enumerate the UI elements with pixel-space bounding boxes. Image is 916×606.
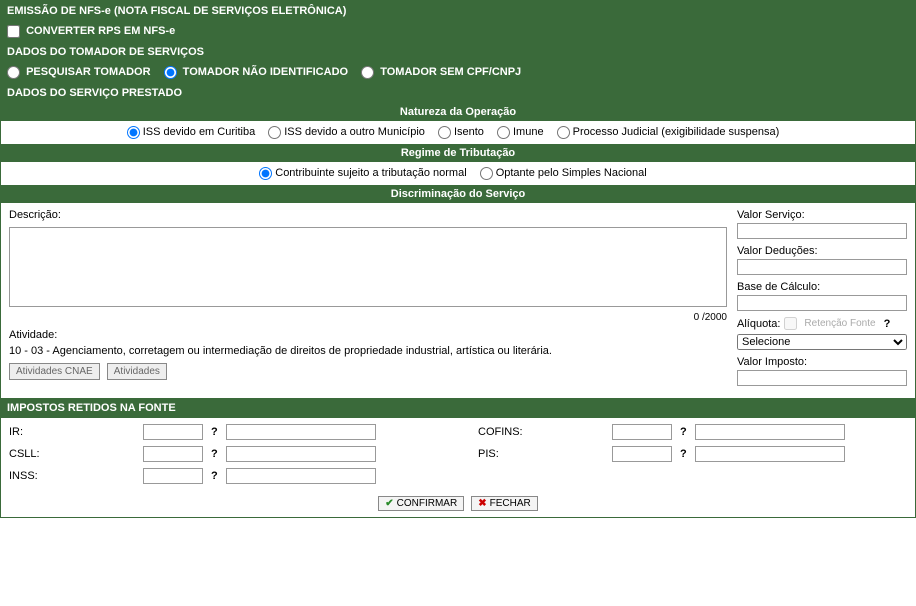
aliquota-select[interactable]: Selecione (737, 334, 907, 350)
pis-rate-input[interactable] (612, 446, 672, 462)
impostos-section-title: IMPOSTOS RETIDOS NA FONTE (1, 398, 915, 418)
converter-rps-text: CONVERTER RPS EM NFS-e (26, 25, 175, 37)
tomador-section-title: DADOS DO TOMADOR DE SERVIÇOS (1, 42, 915, 62)
fechar-button[interactable]: ✖ FECHAR (471, 496, 538, 511)
cofins-value-input[interactable] (695, 424, 845, 440)
retencao-label: Retenção Fonte (804, 318, 875, 329)
csll-rate-input[interactable] (143, 446, 203, 462)
tomador-radio-nao-identificado[interactable] (164, 66, 177, 79)
tomador-opt-pesquisar[interactable]: PESQUISAR TOMADOR (7, 66, 154, 78)
retencao-help-icon[interactable]: ? (880, 318, 895, 330)
retencao-checkbox (784, 317, 797, 330)
valor-imposto-label: Valor Imposto: (737, 356, 907, 368)
regime-radio-2[interactable] (480, 167, 493, 180)
confirmar-button[interactable]: ✔ CONFIRMAR (378, 496, 464, 511)
close-icon: ✖ (478, 498, 486, 509)
cofins-rate-input[interactable] (612, 424, 672, 440)
atividades-button[interactable]: Atividades (107, 363, 167, 380)
descricao-textarea[interactable] (9, 227, 727, 307)
atividade-label: Atividade: (9, 329, 727, 341)
natureza-radio-4[interactable] (497, 126, 510, 139)
pis-help-icon[interactable]: ? (676, 448, 691, 460)
regime-title: Regime de Tributação (1, 144, 915, 162)
natureza-options: ISS devido em Curitiba ISS devido a outr… (1, 121, 915, 144)
natureza-radio-1[interactable] (127, 126, 140, 139)
natureza-opt2[interactable]: ISS devido a outro Município (268, 126, 425, 138)
base-calculo-input[interactable] (737, 295, 907, 311)
valor-servico-input[interactable] (737, 223, 907, 239)
natureza-radio-2[interactable] (268, 126, 281, 139)
tomador-opt-sem-cpf[interactable]: TOMADOR SEM CPF/CNPJ (361, 66, 521, 78)
csll-help-icon[interactable]: ? (207, 448, 222, 460)
inss-value-input[interactable] (226, 468, 376, 484)
inss-label: INSS: (9, 470, 139, 482)
check-icon: ✔ (385, 498, 393, 509)
ir-rate-input[interactable] (143, 424, 203, 440)
ir-help-icon[interactable]: ? (207, 426, 222, 438)
inss-help-icon[interactable]: ? (207, 470, 222, 482)
discriminacao-title: Discriminação do Serviço (1, 185, 915, 203)
natureza-opt3[interactable]: Isento (438, 126, 484, 138)
valor-deducoes-input[interactable] (737, 259, 907, 275)
csll-label: CSLL: (9, 448, 139, 460)
natureza-opt5[interactable]: Processo Judicial (exigibilidade suspens… (557, 126, 780, 138)
atividades-cnae-button[interactable]: Atividades CNAE (9, 363, 100, 380)
ir-value-input[interactable] (226, 424, 376, 440)
cofins-help-icon[interactable]: ? (676, 426, 691, 438)
regime-opt2[interactable]: Optante pelo Simples Nacional (480, 167, 647, 179)
tomador-opt-nao-identificado[interactable]: TOMADOR NÃO IDENTIFICADO (164, 66, 352, 78)
servico-section-title: DADOS DO SERVIÇO PRESTADO (1, 83, 915, 103)
inss-rate-input[interactable] (143, 468, 203, 484)
atividade-text: 10 - 03 - Agenciamento, corretagem ou in… (9, 345, 727, 357)
tomador-radio-sem-cpf[interactable] (361, 66, 374, 79)
natureza-radio-3[interactable] (438, 126, 451, 139)
regime-opt1[interactable]: Contribuinte sujeito a tributação normal (259, 167, 466, 179)
natureza-radio-5[interactable] (557, 126, 570, 139)
pis-value-input[interactable] (695, 446, 845, 462)
char-counter: 0 /2000 (9, 310, 727, 323)
tomador-radio-pesquisar[interactable] (7, 66, 20, 79)
tomador-options-row: PESQUISAR TOMADOR TOMADOR NÃO IDENTIFICA… (1, 62, 915, 83)
natureza-opt1[interactable]: ISS devido em Curitiba (127, 126, 256, 138)
valor-servico-label: Valor Serviço: (737, 209, 907, 221)
natureza-opt4[interactable]: Imune (497, 126, 544, 138)
pis-label: PIS: (478, 448, 608, 460)
regime-options: Contribuinte sujeito a tributação normal… (1, 162, 915, 185)
aliquota-label: Alíquota: (737, 318, 780, 330)
valor-deducoes-label: Valor Deduções: (737, 245, 907, 257)
natureza-title: Natureza da Operação (1, 103, 915, 121)
base-calculo-label: Base de Cálculo: (737, 281, 907, 293)
converter-rps-checkbox[interactable] (7, 25, 20, 38)
cofins-label: COFINS: (478, 426, 608, 438)
csll-value-input[interactable] (226, 446, 376, 462)
descricao-label: Descrição: (9, 209, 727, 221)
regime-radio-1[interactable] (259, 167, 272, 180)
converter-rps-label[interactable]: CONVERTER RPS EM NFS-e (7, 25, 175, 37)
ir-label: IR: (9, 426, 139, 438)
valor-imposto-input[interactable] (737, 370, 907, 386)
page-title: EMISSÃO DE NFS-e (NOTA FISCAL DE SERVIÇO… (1, 1, 915, 21)
